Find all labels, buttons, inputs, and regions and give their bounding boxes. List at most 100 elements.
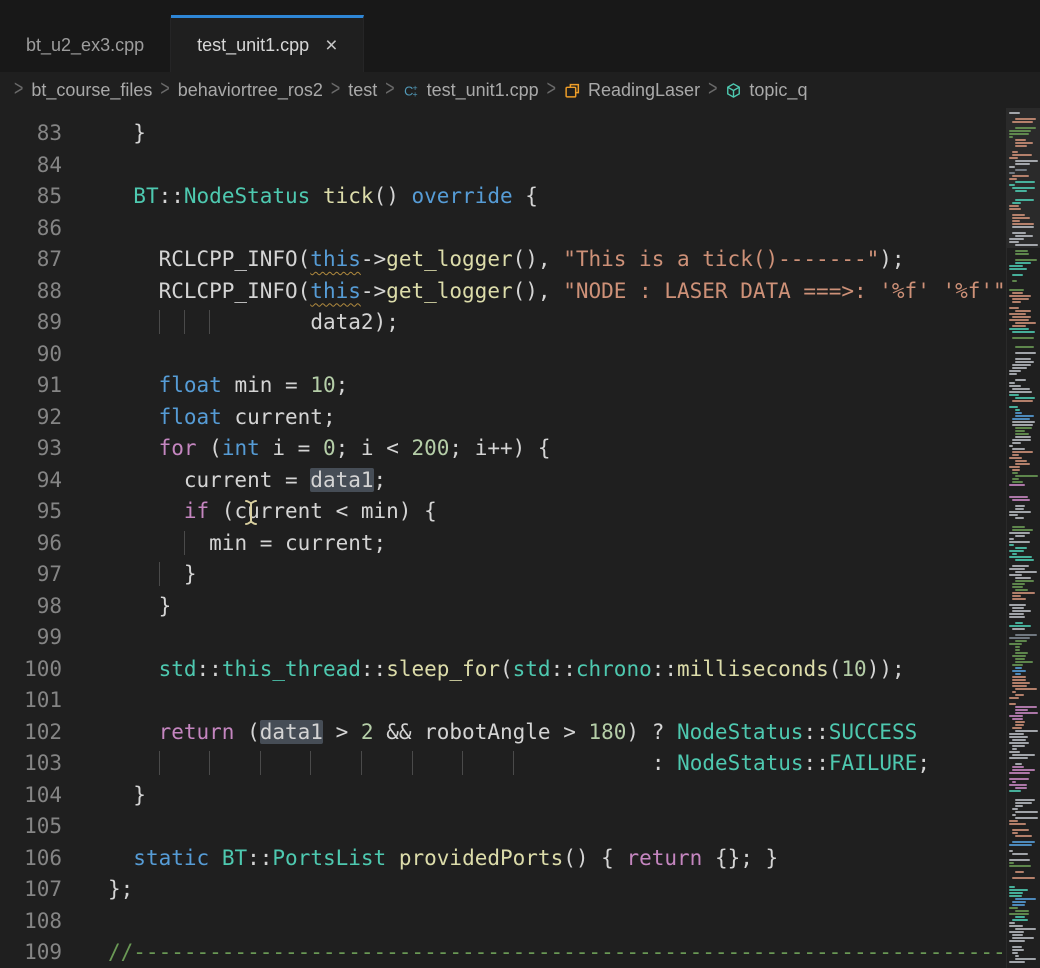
minimap[interactable] (1006, 108, 1040, 968)
line-number: 85 (0, 181, 62, 213)
breadcrumb-label: test (348, 80, 377, 101)
line-number: 84 (0, 150, 62, 182)
code-token: && robotAngle > (374, 720, 589, 744)
code-line[interactable]: 88 RCLCPP_INFO(this->get_logger(), "NODE… (0, 276, 1040, 308)
code-line[interactable]: 94 current = data1; (0, 465, 1040, 497)
code-token (108, 184, 133, 208)
code-token (374, 751, 412, 775)
code-line[interactable]: 84 (0, 150, 1040, 182)
code-line[interactable]: 101 (0, 685, 1040, 717)
code-token: :: (551, 657, 576, 681)
code-token: -> (361, 247, 386, 271)
code-line[interactable]: 96 min = current; (0, 528, 1040, 560)
line-number: 102 (0, 717, 62, 749)
code-line[interactable]: 92 float current; (0, 402, 1040, 434)
code-line[interactable]: 91 float min = 10; (0, 370, 1040, 402)
code-token (272, 751, 310, 775)
code-line[interactable]: 106 static BT::PortsList providedPorts()… (0, 843, 1040, 875)
close-icon[interactable]: × (325, 35, 337, 56)
code-line[interactable]: 105 (0, 811, 1040, 843)
code-token: override (412, 184, 513, 208)
breadcrumb-item-readinglaser[interactable]: ReadingLaser (564, 80, 700, 101)
code-token: )); (867, 657, 905, 681)
code-token: PortsList (272, 846, 386, 870)
code-token: ); (879, 247, 904, 271)
code-token: min = current; (197, 531, 387, 555)
breadcrumb-item-bt-course-files[interactable]: bt_course_files (31, 80, 152, 101)
code-token: for (159, 436, 197, 460)
code-line[interactable]: 109//-----------------------------------… (0, 937, 1040, 968)
code-line[interactable]: 83 } (0, 118, 1040, 150)
code-line[interactable]: 102 return (data1 > 2 && robotAngle > 18… (0, 717, 1040, 749)
code-line[interactable]: 86 (0, 213, 1040, 245)
code-line[interactable]: 99 (0, 622, 1040, 654)
code-token: ( (234, 720, 259, 744)
breadcrumb-item-topic-q[interactable]: topic_q (725, 80, 807, 101)
code-token: float (159, 373, 222, 397)
code-token: return (159, 720, 235, 744)
tab-test-unit1-cpp[interactable]: test_unit1.cpp × (171, 15, 364, 72)
line-number: 93 (0, 433, 62, 465)
code-token: this_thread (222, 657, 361, 681)
code-token: ( (829, 657, 842, 681)
code-token: 10 (841, 657, 866, 681)
code-token: this (310, 279, 361, 303)
code-line[interactable]: 97 } (0, 559, 1040, 591)
code-line[interactable]: 90 (0, 339, 1040, 371)
code-token: //--------------------------------------… (108, 940, 1040, 964)
code-token: 200 (411, 436, 449, 460)
line-number: 99 (0, 622, 62, 654)
chevron-right-icon: > (708, 77, 717, 102)
code-line[interactable]: 93 for (int i = 0; i < 200; i++) { (0, 433, 1040, 465)
code-token: std (159, 657, 197, 681)
code-line[interactable]: 98 } (0, 591, 1040, 623)
code-line[interactable]: 85 BT::NodeStatus tick() override { (0, 181, 1040, 213)
indent-guide (159, 751, 172, 775)
code-token: :: (197, 657, 222, 681)
code-line[interactable]: 87 RCLCPP_INFO(this->get_logger(), "This… (0, 244, 1040, 276)
line-number: 87 (0, 244, 62, 276)
code-token: current = (108, 468, 310, 492)
line-number: 108 (0, 906, 62, 938)
code-token (424, 751, 462, 775)
breadcrumb-item-behaviortree-ros2[interactable]: behaviortree_ros2 (178, 80, 323, 101)
code-token: data2); (222, 310, 399, 334)
word-highlight: data1 (260, 720, 323, 744)
line-number: 92 (0, 402, 62, 434)
code-token: () (374, 184, 412, 208)
code-token (108, 562, 159, 586)
code-line[interactable]: 89 data2); (0, 307, 1040, 339)
code-token: :: (159, 184, 184, 208)
code-token: } (171, 562, 196, 586)
line-number: 107 (0, 874, 62, 906)
cpp-file-icon: C++ (403, 82, 420, 99)
code-token (108, 531, 184, 555)
line-number: 103 (0, 748, 62, 780)
code-token: NodeStatus (677, 720, 803, 744)
code-token: 10 (310, 373, 335, 397)
code-line[interactable]: 100 std::this_thread::sleep_for(std::chr… (0, 654, 1040, 686)
code-token: "This is a tick()-------" (563, 247, 879, 271)
code-line[interactable]: 107}; (0, 874, 1040, 906)
tab-label: test_unit1.cpp (197, 35, 309, 56)
code-line[interactable]: 104 } (0, 780, 1040, 812)
code-token: BT (133, 184, 158, 208)
indent-guide (513, 751, 526, 775)
line-number: 95 (0, 496, 62, 528)
code-token (171, 751, 209, 775)
svg-text:+: + (412, 88, 417, 98)
code-token: 2 (361, 720, 374, 744)
tab-label: bt_u2_ex3.cpp (26, 35, 144, 56)
code-token (310, 184, 323, 208)
breadcrumb-item-test-unit1-cpp[interactable]: C++test_unit1.cpp (403, 80, 539, 101)
code-token: tick (323, 184, 374, 208)
code-line[interactable]: 103 : NodeStatus::FAILURE; (0, 748, 1040, 780)
code-token: ; (336, 373, 349, 397)
breadcrumb-item-test[interactable]: test (348, 80, 377, 101)
code-token (108, 751, 159, 775)
code-line[interactable]: 108 (0, 906, 1040, 938)
code-editor: 83 }8485 BT::NodeStatus tick() override … (0, 108, 1040, 968)
tab-bt-u2-ex3-cpp[interactable]: bt_u2_ex3.cpp (0, 15, 171, 72)
code-line[interactable]: 95 if (current < min) { (0, 496, 1040, 528)
code-token: :: (652, 657, 677, 681)
